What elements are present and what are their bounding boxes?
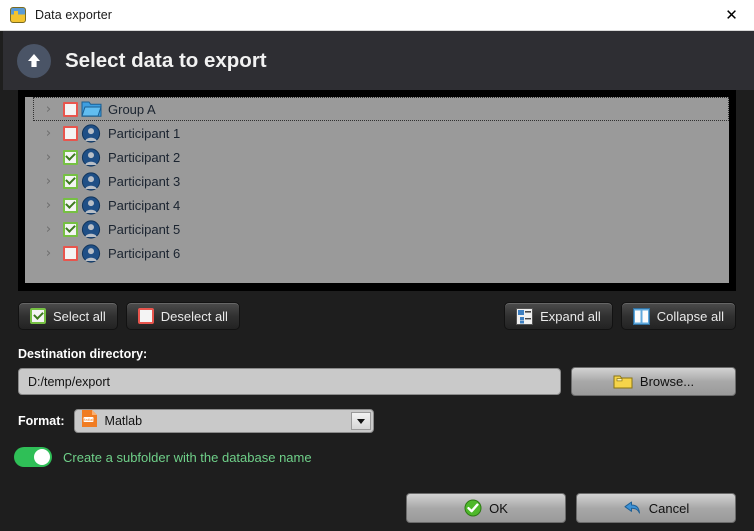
chevron-down-icon[interactable] (350, 412, 371, 430)
checkbox-checked[interactable] (63, 149, 78, 165)
cancel-button[interactable]: Cancel (576, 493, 736, 523)
checkbox-checked[interactable] (63, 173, 78, 189)
chevron-right-icon[interactable]: › (42, 127, 55, 140)
deselect-all-label: Deselect all (160, 308, 228, 324)
format-row: Format: Matlab Matlab (18, 409, 754, 433)
chevron-right-icon[interactable]: › (42, 151, 55, 164)
format-select[interactable]: Matlab Matlab (73, 409, 374, 433)
tree-row[interactable]: › Participant 3 (25, 169, 729, 193)
ok-label: OK (489, 500, 508, 516)
tree-row-label: Participant 4 (108, 197, 181, 213)
tree-row-label: Participant 1 (108, 125, 181, 141)
format-selected-value: Matlab (104, 414, 143, 428)
checkbox-unchecked[interactable] (63, 245, 78, 261)
close-icon[interactable]: ✕ (709, 0, 754, 30)
empty-box-icon (137, 308, 154, 324)
tree-row-label: Participant 3 (108, 173, 181, 189)
page-title: Select data to export (65, 48, 267, 72)
tree-row[interactable]: › Participant 6 (25, 241, 729, 265)
subfolder-toggle[interactable] (14, 447, 52, 467)
undo-arrow-icon (623, 499, 642, 517)
window-title: Data exporter (35, 8, 113, 22)
avatar-icon (81, 171, 102, 191)
tree-row[interactable]: › Participant 1 (25, 121, 729, 145)
ok-button[interactable]: OK (406, 493, 566, 523)
select-all-button[interactable]: Select all (18, 302, 118, 330)
tree-row-label: Participant 6 (108, 245, 181, 261)
check-box-icon (30, 308, 46, 324)
data-tree[interactable]: › Group A › Participant 1 › Participant 2 › Par… (25, 97, 729, 283)
avatar-icon (81, 123, 102, 143)
collapse-all-button[interactable]: Collapse all (620, 302, 736, 330)
avatar-icon (81, 147, 102, 167)
chevron-right-icon[interactable]: › (42, 199, 55, 212)
destination-input[interactable]: D:/temp/export (18, 368, 561, 395)
avatar-icon (81, 195, 102, 215)
subfolder-label: Create a subfolder with the database nam… (63, 449, 312, 465)
tree-row-label: Participant 2 (108, 149, 181, 165)
browse-button[interactable]: Browse... (571, 367, 736, 396)
tree-row-label: Participant 5 (108, 221, 181, 237)
expand-all-button[interactable]: Expand all (504, 302, 613, 330)
chevron-right-icon[interactable]: › (42, 247, 55, 260)
destination-row: D:/temp/export Browse... (18, 367, 736, 396)
subfolder-row: Create a subfolder with the database nam… (14, 447, 754, 467)
checkbox-checked[interactable] (63, 221, 78, 237)
checkbox-unchecked[interactable] (63, 101, 78, 117)
browse-label: Browse... (639, 374, 695, 389)
expand-tree-icon (516, 307, 534, 325)
tree-row[interactable]: › Participant 2 (25, 145, 729, 169)
chevron-right-icon[interactable]: › (42, 175, 55, 188)
tree-row[interactable]: › Group A (25, 97, 729, 121)
dialog-header: Select data to export (0, 31, 754, 90)
format-label: Format: (18, 414, 65, 428)
cancel-label: Cancel (648, 500, 690, 516)
select-all-label: Select all (53, 308, 106, 324)
collapse-panels-icon (632, 307, 650, 325)
green-check-circle-icon (464, 499, 482, 517)
tree-panel-frame: › Group A › Participant 1 › Participant 2 › Par… (18, 90, 736, 291)
dialog-footer: OK Cancel (0, 485, 754, 531)
tree-row-label: Group A (108, 101, 156, 117)
folder-icon (613, 373, 633, 390)
avatar-icon (81, 243, 102, 263)
tree-row[interactable]: › Participant 5 (25, 217, 729, 241)
tree-toolbar: Select all Deselect all Expand all Colla… (18, 302, 736, 330)
expand-all-label: Expand all (540, 308, 601, 324)
deselect-all-button[interactable]: Deselect all (125, 302, 240, 330)
title-bar: Data exporter ✕ (0, 0, 754, 31)
app-icon (10, 7, 26, 23)
avatar-icon (81, 219, 102, 239)
svg-text:Matlab: Matlab (82, 418, 95, 422)
tree-row[interactable]: › Participant 4 (25, 193, 729, 217)
checkbox-checked[interactable] (63, 197, 78, 213)
folder-icon (81, 100, 102, 119)
checkbox-unchecked[interactable] (63, 125, 78, 141)
chevron-right-icon[interactable]: › (42, 223, 55, 236)
collapse-all-label: Collapse all (656, 308, 724, 324)
chevron-right-icon[interactable]: › (42, 103, 55, 116)
destination-label: Destination directory: (18, 347, 148, 361)
upload-arrow-icon (17, 43, 51, 78)
matlab-file-icon: Matlab (81, 409, 98, 433)
